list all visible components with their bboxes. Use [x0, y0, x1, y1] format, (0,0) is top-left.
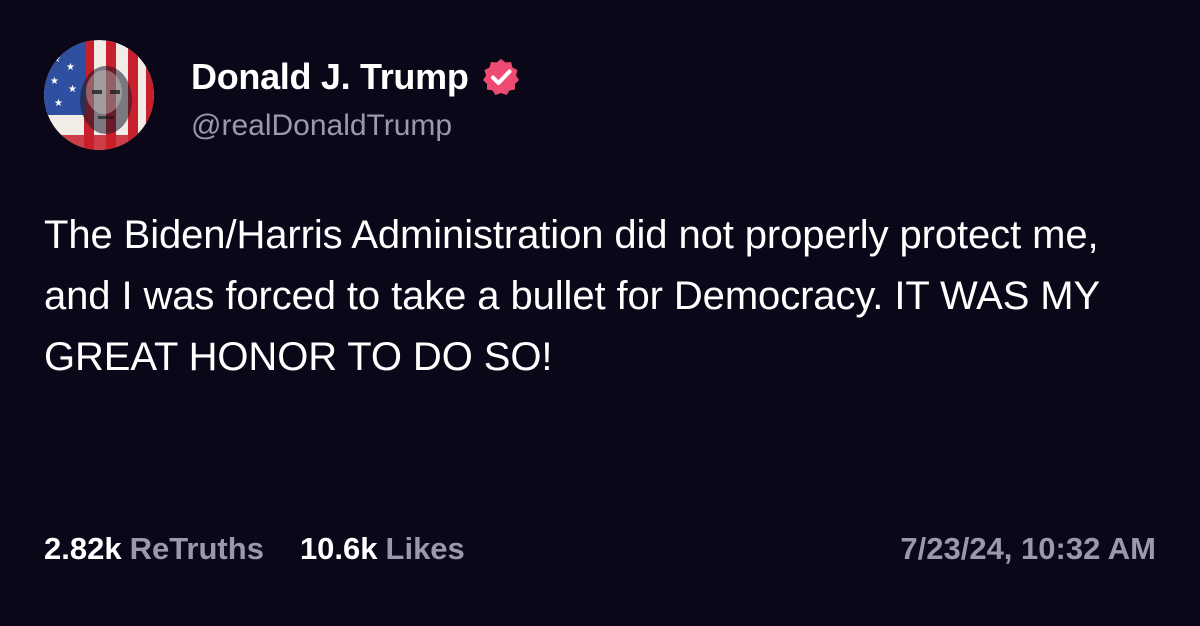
post-card: ★ ★ ★ ★ ★ Donald J. Trump @realDonaldTru… [0, 0, 1200, 626]
post-header: ★ ★ ★ ★ ★ Donald J. Trump @realDonaldTru… [44, 40, 521, 150]
likes-stat[interactable]: 10.6k Likes [300, 531, 465, 567]
likes-count: 10.6k [299, 531, 378, 566]
author-handle[interactable]: @realDonaldTrump [191, 109, 521, 143]
post-timestamp: 7/23/24, 10:32 AM [900, 531, 1156, 566]
name-row: Donald J. Trump [191, 47, 521, 107]
svg-text:★: ★ [54, 98, 63, 109]
svg-text:★: ★ [52, 54, 61, 65]
retruths-label: ReTruths [129, 531, 264, 566]
retruths-count: 2.82k [44, 531, 122, 566]
verified-badge-icon [481, 57, 521, 97]
svg-text:★: ★ [50, 76, 59, 87]
svg-text:★: ★ [68, 84, 77, 95]
likes-label: Likes [385, 531, 465, 566]
post-footer: 2.82k ReTruths 10.6k Likes 7/23/24, 10:3… [44, 527, 1156, 571]
author-display-name[interactable]: Donald J. Trump [191, 56, 469, 98]
flag-portrait-avatar-icon: ★ ★ ★ ★ ★ [44, 40, 154, 150]
author-identity: Donald J. Trump @realDonaldTrump [191, 47, 521, 143]
post-text: The Biden/Harris Administration did not … [44, 213, 1100, 379]
retruths-stat[interactable]: 2.82k ReTruths [44, 531, 264, 567]
avatar[interactable]: ★ ★ ★ ★ ★ [44, 40, 154, 150]
svg-text:★: ★ [66, 62, 75, 73]
